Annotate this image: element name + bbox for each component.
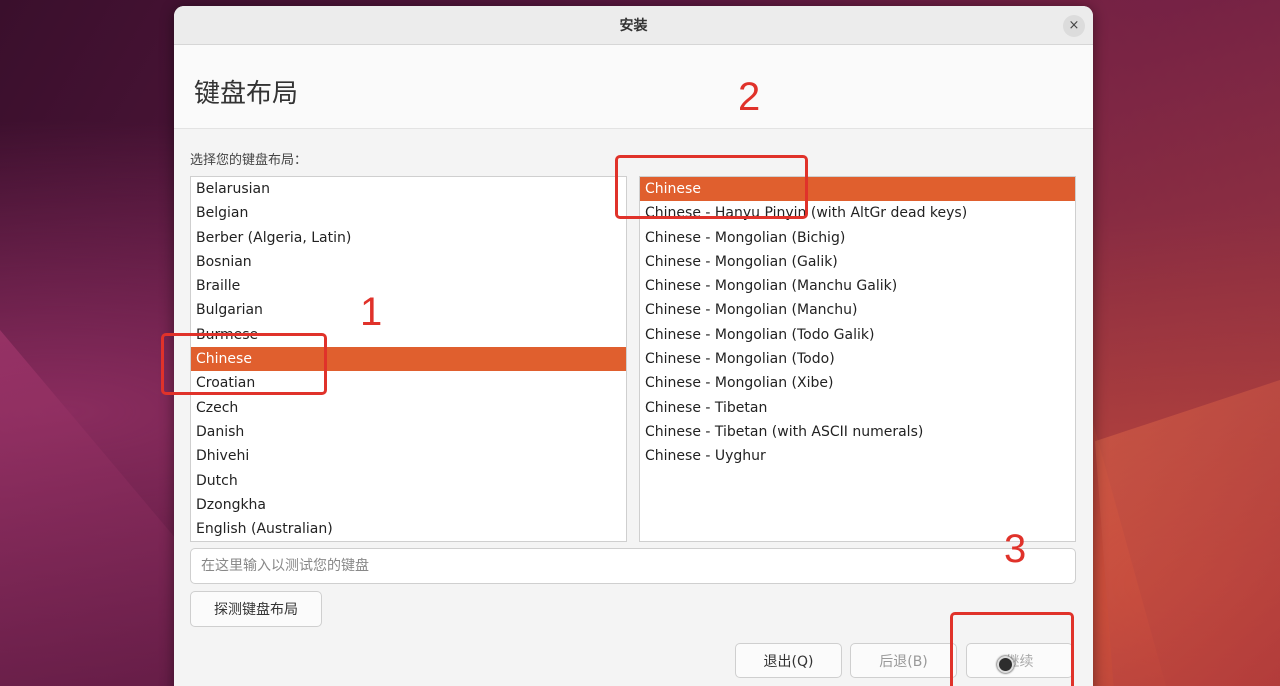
list-item[interactable]: Bulgarian bbox=[191, 298, 626, 322]
window-title: 安装 bbox=[619, 18, 648, 34]
annotation-box-2 bbox=[615, 155, 808, 219]
list-item[interactable]: Danish bbox=[191, 420, 626, 444]
wallpaper-shard bbox=[0, 330, 180, 686]
list-item[interactable]: Dhivehi bbox=[191, 444, 626, 468]
back-button[interactable]: 后退(B) bbox=[850, 643, 957, 678]
list-item[interactable]: Chinese - Uyghur bbox=[640, 444, 1075, 468]
list-item[interactable]: Czech bbox=[191, 396, 626, 420]
annotation-number-2: 2 bbox=[738, 75, 761, 119]
list-item[interactable]: Chinese - Mongolian (Todo Galik) bbox=[640, 323, 1075, 347]
page-header: 键盘布局 bbox=[174, 45, 1093, 129]
detect-layout-button[interactable]: 探测键盘布局 bbox=[190, 591, 322, 627]
annotation-box-1 bbox=[161, 333, 327, 395]
list-item[interactable]: Chinese - Tibetan bbox=[640, 396, 1075, 420]
keyboard-test-input[interactable] bbox=[190, 548, 1076, 584]
variant-list[interactable]: Chinese Chinese - Hanyu Pinyin (with AltG… bbox=[639, 176, 1076, 542]
annotation-number-1: 1 bbox=[360, 290, 383, 334]
list-item[interactable]: Chinese - Mongolian (Xibe) bbox=[640, 371, 1075, 395]
annotation-number-3: 3 bbox=[1004, 527, 1027, 571]
close-icon[interactable]: × bbox=[1063, 15, 1085, 37]
list-item[interactable]: Chinese - Mongolian (Todo) bbox=[640, 347, 1075, 371]
list-item[interactable]: Belgian bbox=[191, 201, 626, 225]
page-title: 键盘布局 bbox=[194, 79, 299, 109]
quit-button[interactable]: 退出(Q) bbox=[735, 643, 842, 678]
layout-prompt: 选择您的键盘布局： bbox=[190, 153, 308, 168]
list-item[interactable]: Dzongkha bbox=[191, 493, 626, 517]
list-item[interactable]: English (Australian) bbox=[191, 517, 626, 541]
list-item[interactable]: Chinese - Mongolian (Galik) bbox=[640, 250, 1075, 274]
list-item[interactable]: Bosnian bbox=[191, 250, 626, 274]
list-item[interactable]: Chinese - Mongolian (Manchu) bbox=[640, 298, 1075, 322]
list-item[interactable]: Dutch bbox=[191, 469, 626, 493]
titlebar: 安装 × bbox=[174, 6, 1093, 45]
list-item[interactable]: Chinese - Mongolian (Manchu Galik) bbox=[640, 274, 1075, 298]
annotation-box-3 bbox=[950, 612, 1074, 686]
list-item[interactable]: Berber (Algeria, Latin) bbox=[191, 226, 626, 250]
list-item[interactable]: Chinese - Mongolian (Bichig) bbox=[640, 226, 1075, 250]
list-item[interactable]: Braille bbox=[191, 274, 626, 298]
list-item[interactable]: Belarusian bbox=[191, 177, 626, 201]
list-item[interactable]: Chinese - Tibetan (with ASCII numerals) bbox=[640, 420, 1075, 444]
